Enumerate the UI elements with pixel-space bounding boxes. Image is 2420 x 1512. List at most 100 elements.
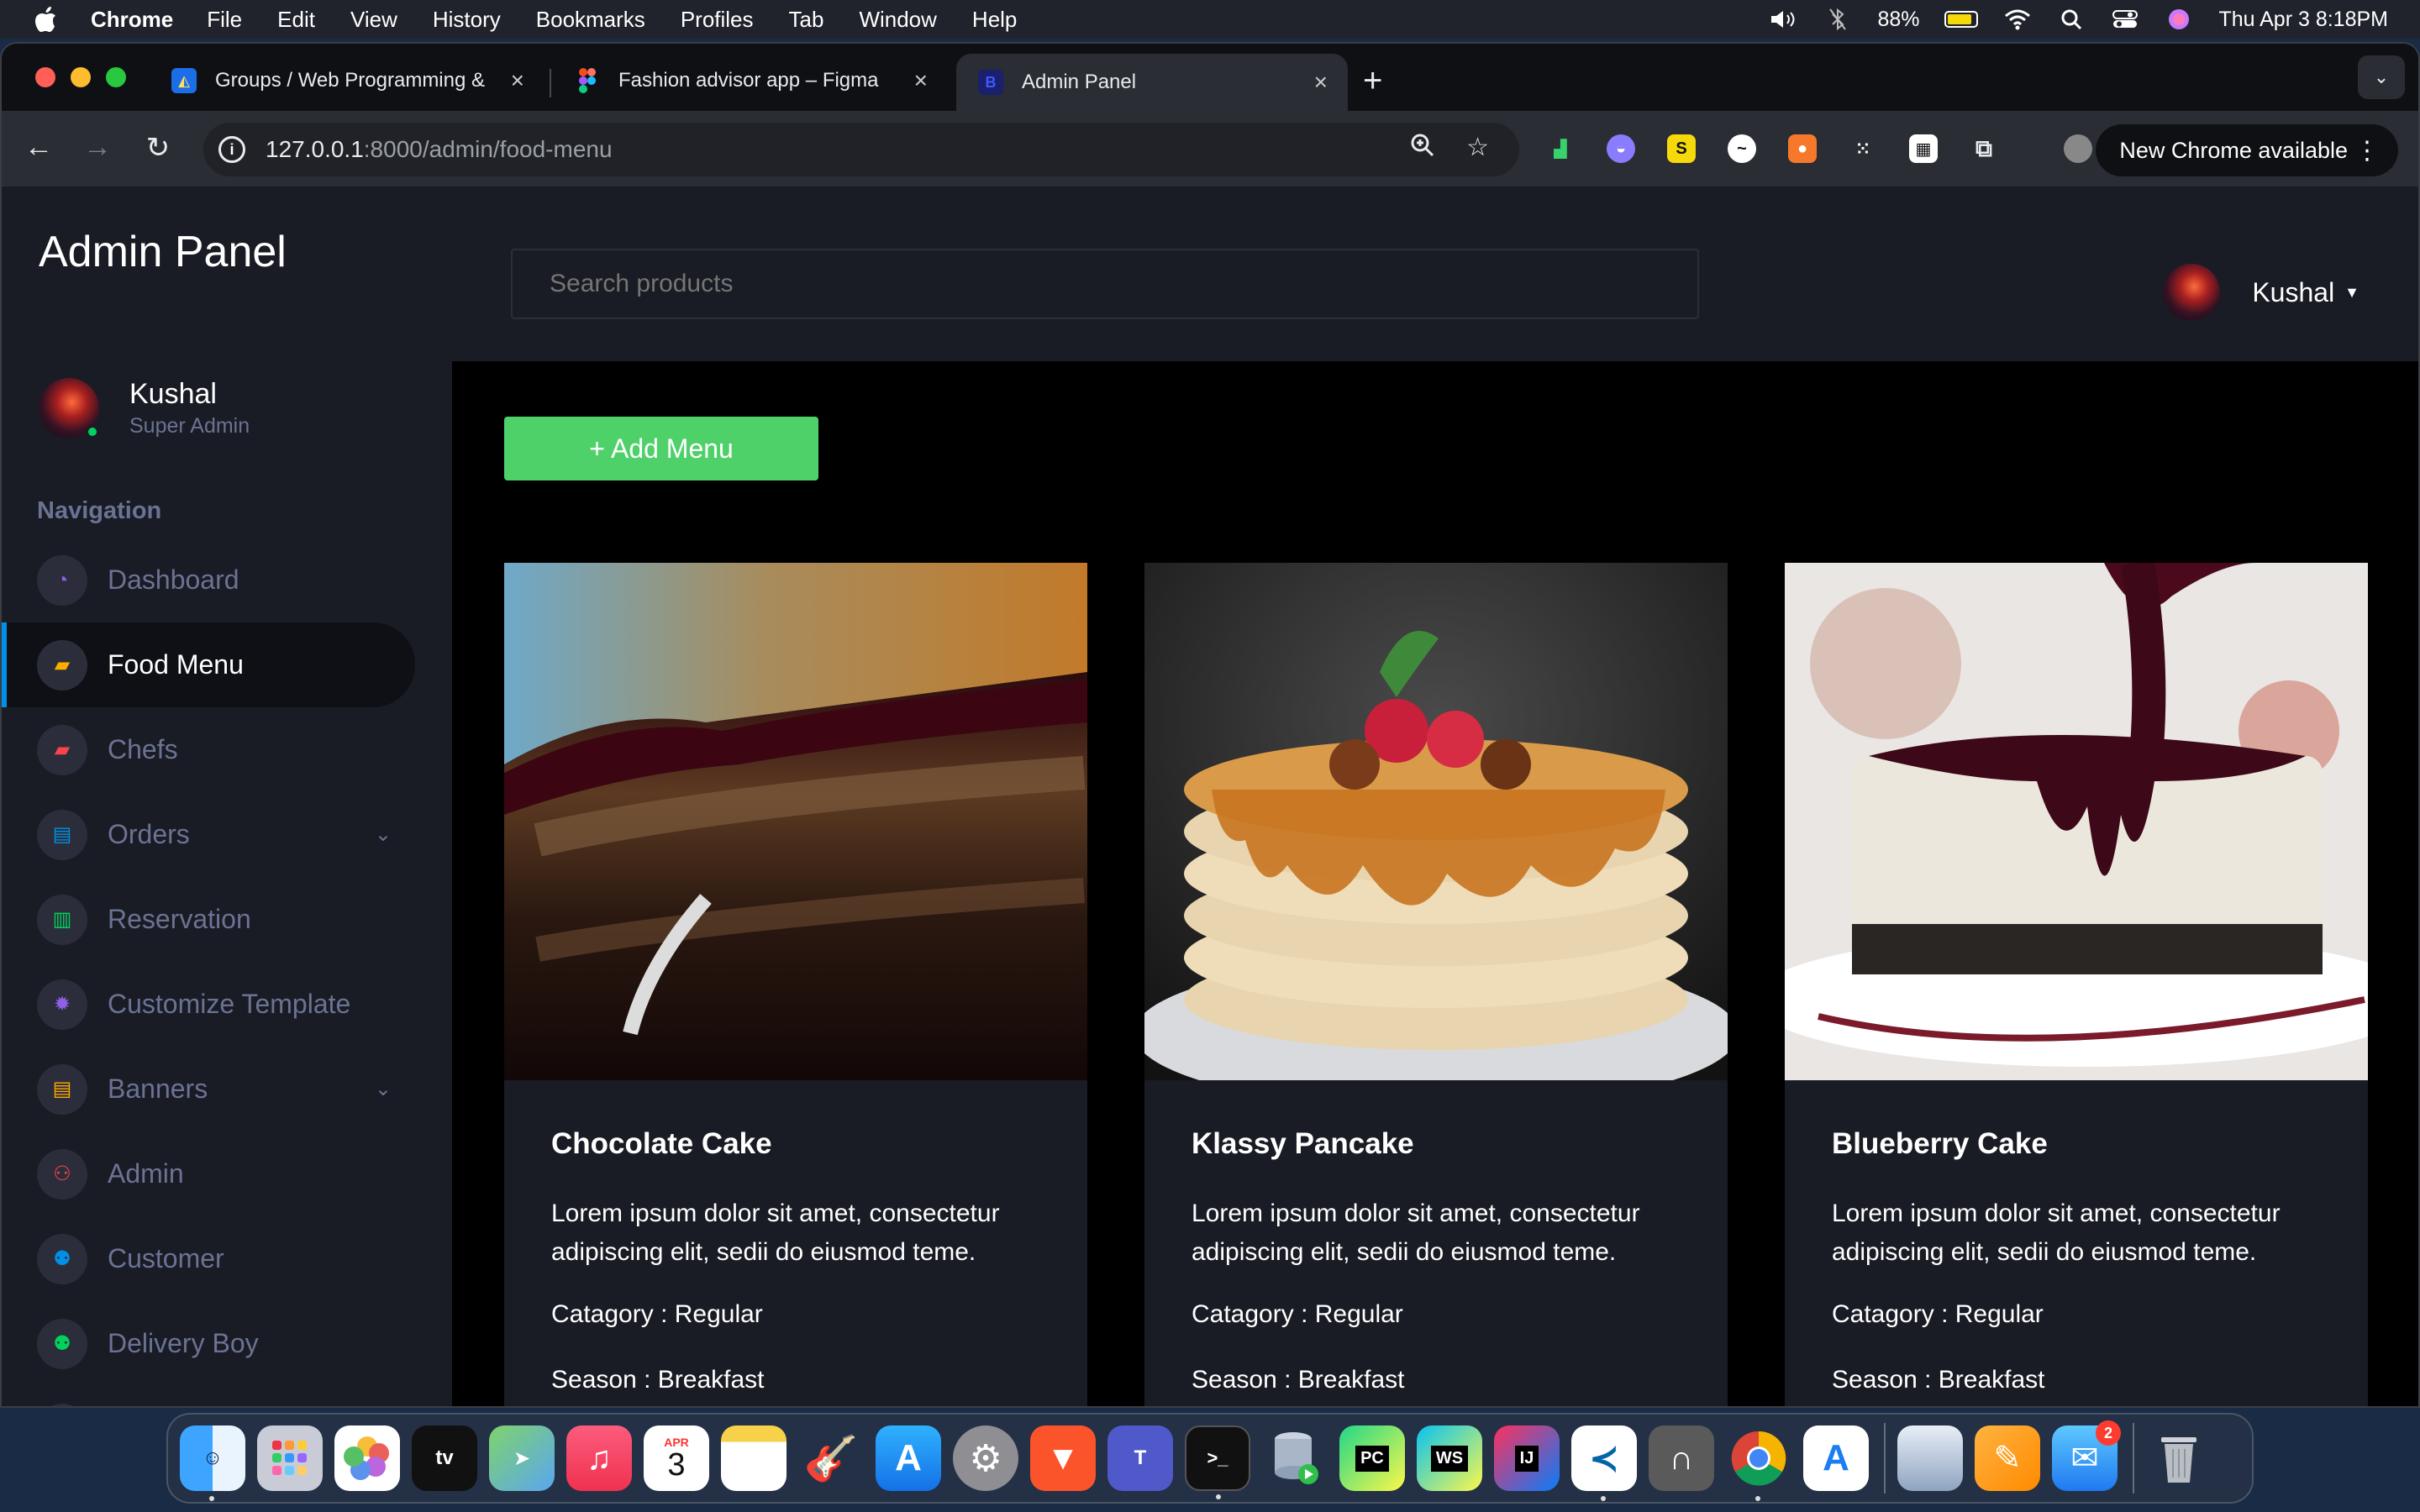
address-bar[interactable]: i 127.0.0.1:8000/admin/food-menu ☆ [203, 123, 1519, 176]
system-settings-icon[interactable]: ⚙ [953, 1425, 1018, 1491]
more-menu-icon[interactable]: ⋮ [2354, 136, 2380, 165]
chrome-icon[interactable] [1726, 1425, 1791, 1501]
pages-icon[interactable]: ✎ [1975, 1425, 2040, 1491]
control-center-icon[interactable] [2111, 7, 2139, 32]
sidebar-item-banners[interactable]: ▤ Banners ⌄ [2, 1047, 452, 1131]
photos-icon[interactable] [334, 1425, 400, 1491]
sidebar-item-reservation[interactable]: ▥ Reservation [2, 877, 452, 962]
menu-profiles[interactable]: Profiles [681, 7, 754, 33]
menubar-datetime[interactable]: Thu Apr 3 8:18PM [2218, 8, 2388, 32]
user-dropdown[interactable]: Kushal ▼ [2163, 264, 2360, 321]
menu-file[interactable]: File [207, 7, 242, 33]
menu-card: Klassy Pancake Lorem ipsum dolor sit ame… [1144, 563, 1728, 1406]
close-tab-icon[interactable]: × [914, 67, 928, 94]
extension-chart-icon[interactable]: ▟ [1546, 134, 1575, 163]
close-window-button[interactable] [35, 67, 55, 87]
teams-icon[interactable]: T [1107, 1425, 1173, 1491]
maps-icon[interactable]: ➤ [489, 1425, 555, 1491]
brave-icon[interactable]: ▼ [1030, 1425, 1096, 1491]
search-input[interactable] [511, 249, 1699, 319]
extension-grid-icon[interactable]: ▦ [1909, 134, 1938, 163]
reload-icon[interactable]: ↻ [139, 131, 176, 165]
menu-bookmarks[interactable]: Bookmarks [536, 7, 645, 33]
tab-admin-panel[interactable]: B Admin Panel × [956, 54, 1348, 111]
trash-icon[interactable] [2146, 1425, 2212, 1491]
tab-search-chevron-icon[interactable]: ⌄ [2358, 55, 2405, 99]
sidebar-item-orders[interactable]: ▤ Orders ⌄ [2, 792, 452, 877]
pycharm-icon[interactable]: PC [1339, 1425, 1405, 1491]
zoom-icon[interactable] [1410, 133, 1435, 165]
appletv-icon[interactable]: tv [412, 1425, 477, 1491]
siri-icon[interactable] [2165, 7, 2193, 32]
terminal-icon[interactable]: >_ [1185, 1425, 1250, 1499]
menu-edit[interactable]: Edit [277, 7, 315, 33]
sidebar-item-customize-template[interactable]: ✹ Customize Template [2, 962, 452, 1047]
menu-app-chrome[interactable]: Chrome [91, 7, 173, 33]
back-icon[interactable]: ← [20, 131, 57, 164]
forward-icon[interactable]: → [79, 131, 116, 164]
profile-avatar-icon[interactable] [2064, 134, 2092, 163]
apple-icon[interactable] [32, 6, 59, 33]
extension-pulse-icon[interactable]: ~ [1728, 134, 1756, 163]
garageband-icon[interactable]: 🎸 [798, 1425, 864, 1491]
chocolate-cake-image [504, 563, 1087, 1080]
mail-badge: 2 [2096, 1420, 2121, 1446]
menu-tab[interactable]: Tab [789, 7, 824, 33]
sidebar-item-delivery-boy[interactable]: ⚉ Delivery Boy [2, 1301, 452, 1386]
menu-window[interactable]: Window [859, 7, 936, 33]
vscode-icon[interactable]: ≺ [1571, 1425, 1637, 1501]
extension-s-icon[interactable]: S [1667, 134, 1696, 163]
address-path: :8000/admin/food-menu [363, 136, 613, 162]
extensions-puzzle-icon[interactable]: ⧉ [1970, 134, 1998, 163]
sidebar-item-dashboard[interactable]: ◔ Dashboard [2, 538, 452, 622]
site-info-icon[interactable]: i [218, 136, 245, 163]
sidebar-brand[interactable]: Admin Panel [39, 227, 287, 277]
extension-dots-icon[interactable]: ⁙ [1849, 134, 1877, 163]
menu-history[interactable]: History [433, 7, 501, 33]
tab-figma[interactable]: Fashion advisor app – Figma × [553, 54, 948, 108]
sidebar-item-admin[interactable]: ⚇ Admin [2, 1131, 452, 1216]
launchpad-icon[interactable] [257, 1425, 323, 1491]
bookmark-star-icon[interactable]: ☆ [1466, 133, 1489, 162]
tableplus-icon[interactable]: ∩ [1649, 1425, 1714, 1491]
wifi-icon[interactable] [2003, 7, 2032, 32]
spotlight-search-icon[interactable] [2057, 7, 2086, 32]
address-url[interactable]: 127.0.0.1:8000/admin/food-menu [266, 136, 613, 163]
minimize-window-button[interactable] [71, 67, 91, 87]
card-season: Season : Breakfast [1832, 1366, 2045, 1394]
appstore-icon[interactable]: A [876, 1425, 941, 1491]
volume-icon[interactable] [1770, 7, 1798, 32]
battery-icon[interactable] [1944, 11, 1979, 28]
finder-icon[interactable]: ☺ [180, 1425, 245, 1501]
user-name: Kushal [2252, 276, 2335, 307]
mail-icon[interactable]: ✉ 2 [2052, 1420, 2121, 1491]
notes-icon[interactable] [721, 1425, 786, 1491]
preview-icon[interactable] [1897, 1425, 1963, 1491]
close-tab-icon[interactable]: × [1314, 69, 1328, 96]
menu-help[interactable]: Help [972, 7, 1017, 33]
webstorm-icon[interactable]: WS [1417, 1425, 1482, 1491]
sidebar-item-chefs[interactable]: ▰ Chefs [2, 707, 452, 792]
sidebar-item-customer[interactable]: ⚉ Customer [2, 1216, 452, 1301]
bluetooth-off-icon[interactable] [1823, 7, 1852, 32]
intellij-icon[interactable]: IJ [1494, 1425, 1560, 1491]
extension-orange-icon[interactable]: ● [1788, 134, 1817, 163]
new-tab-icon[interactable]: + [1363, 62, 1382, 100]
extension-ghost-icon[interactable]: ◒ [1607, 134, 1635, 163]
add-menu-button[interactable]: + Add Menu [504, 417, 818, 480]
database-icon[interactable] [1262, 1425, 1328, 1491]
calendar-icon[interactable]: APR 3 [644, 1425, 709, 1491]
sidebar-item-food-menu[interactable]: ▰ Food Menu [2, 622, 452, 707]
xcode-instruments-icon[interactable]: A [1803, 1425, 1869, 1491]
chevron-down-icon[interactable]: ⌄ [375, 822, 392, 847]
chevron-down-icon[interactable]: ⌄ [375, 1077, 392, 1101]
browser-toolbar: ← → ↻ i 127.0.0.1:8000/admin/food-menu ☆… [2, 111, 2418, 188]
tab-groups[interactable]: ◭ Groups / Web Programming & × [150, 54, 544, 108]
close-tab-icon[interactable]: × [511, 67, 524, 94]
card-title: Klassy Pancake [1192, 1127, 1414, 1160]
new-chrome-available-button[interactable]: New Chrome available ⋮ [2096, 124, 2398, 176]
menu-view[interactable]: View [350, 7, 397, 33]
zoom-window-button[interactable] [106, 67, 126, 87]
sidebar-item-coupon[interactable]: ▭Coupon [2, 1386, 452, 1406]
music-icon[interactable]: ♫ [566, 1425, 632, 1491]
